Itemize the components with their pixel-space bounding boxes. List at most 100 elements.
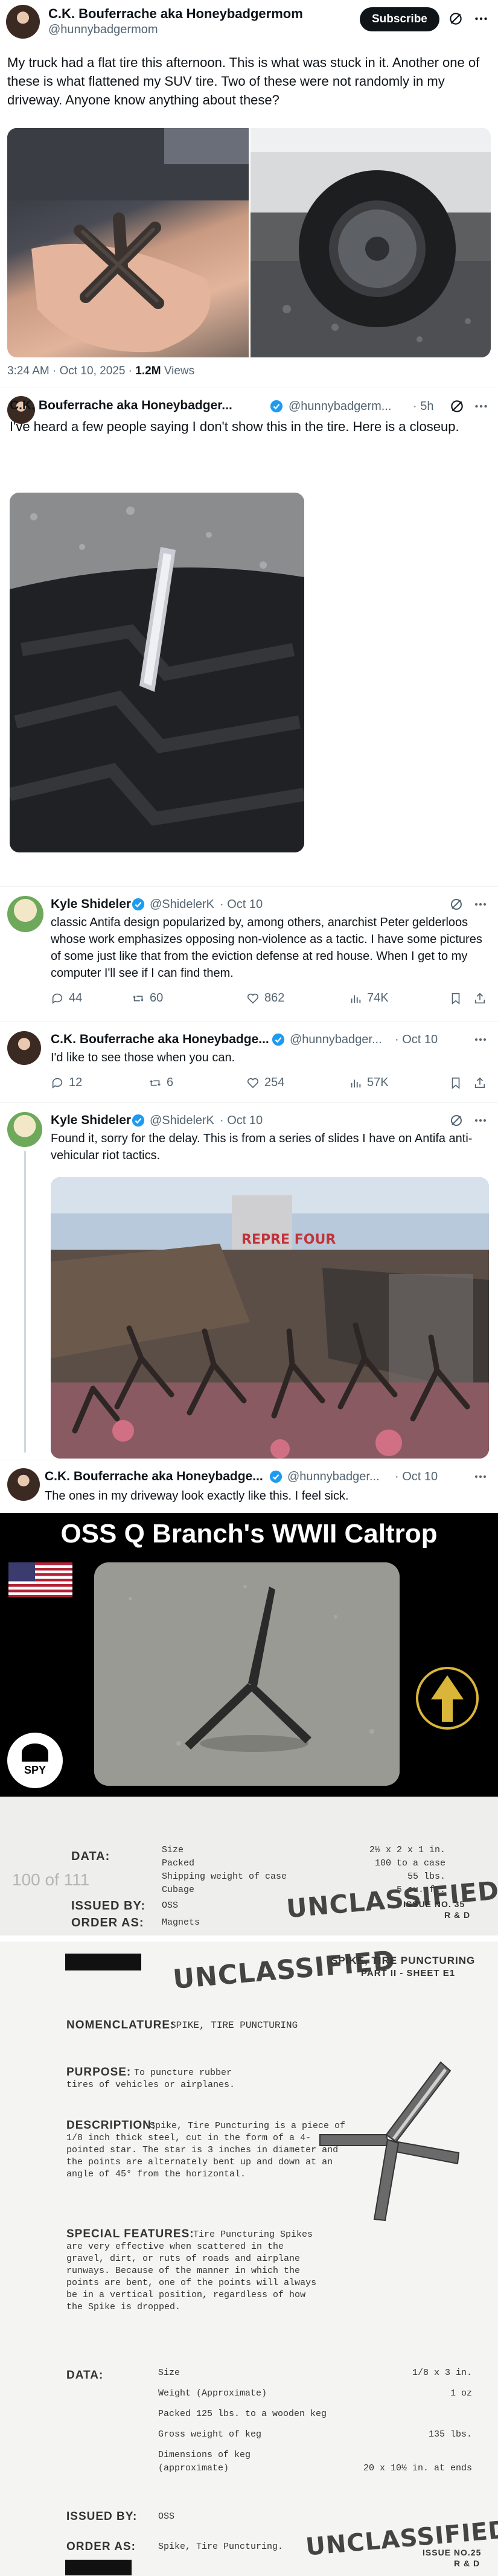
data-row: Size 1/8 x 3 in. xyxy=(158,2368,472,2378)
tweet-text: The ones in my driveway look exactly lik… xyxy=(45,1489,349,1503)
photo-tire-closeup[interactable] xyxy=(10,493,304,852)
author-name[interactable]: C.K. Bouferrache aka Honeybadge... xyxy=(45,1469,263,1484)
reply-count: 44 xyxy=(69,991,83,1005)
photo-suv-tire[interactable] xyxy=(251,128,491,357)
verified-icon xyxy=(132,898,145,912)
description-value: Spike, Tire Puncturing is a piece of 1/8… xyxy=(66,2121,346,2179)
nomenclature-value: SPIKE, TIRE PUNCTURING xyxy=(170,2020,298,2031)
grok-icon[interactable] xyxy=(449,1113,464,1131)
post-time[interactable]: · Oct 10 xyxy=(220,1114,263,1128)
post-time[interactable]: · Oct 10 xyxy=(395,1033,438,1047)
author-name[interactable]: C.K. Bouferrache aka Honeybadger... xyxy=(10,398,232,413)
data-row: Size 2½ x 2 x 1 in. xyxy=(162,1845,445,1855)
views-action[interactable]: 57K xyxy=(349,1076,389,1090)
special-features-value: Tire Puncturing Spikes are very effectiv… xyxy=(66,2229,317,2312)
share-icon[interactable] xyxy=(473,1076,487,1093)
author-name[interactable]: Kyle Shideler xyxy=(51,897,131,912)
more-icon[interactable] xyxy=(473,11,489,27)
avatar[interactable] xyxy=(7,1468,40,1501)
author-handle[interactable]: @hunnybadger... xyxy=(290,1033,382,1047)
author-handle[interactable]: @ShidelerK xyxy=(150,1114,214,1128)
post-time[interactable]: · Oct 10 xyxy=(395,1470,438,1484)
reply-tweet-ck-final: C.K. Bouferrache aka Honeybadge... @hunn… xyxy=(0,1465,498,1513)
tweet-text: classic Antifa design popularized by, am… xyxy=(51,916,482,980)
more-icon[interactable] xyxy=(473,1032,488,1050)
like-count: 862 xyxy=(264,991,285,1005)
bookmark-icon[interactable] xyxy=(449,992,462,1008)
data-row: Dimensions of keg (approximate) 20 x 10½ … xyxy=(158,2450,472,2473)
reply-count: 12 xyxy=(69,1076,83,1089)
tweet-timestamp[interactable]: 3:24 AM · Oct 10, 2025 · 1.2M Views xyxy=(7,365,194,378)
more-icon[interactable] xyxy=(473,1113,488,1131)
repost-action[interactable]: 60 xyxy=(132,991,163,1005)
avatar[interactable] xyxy=(7,896,43,932)
divider xyxy=(0,1102,498,1103)
data-row: Shipping weight of case 55 lbs. xyxy=(162,1871,445,1882)
share-icon[interactable] xyxy=(473,992,487,1008)
post-time[interactable]: · 5h xyxy=(413,400,433,414)
redaction-bar xyxy=(65,2560,132,2575)
post-time[interactable]: · Oct 10 xyxy=(220,898,263,912)
reply-action[interactable]: 44 xyxy=(51,991,82,1005)
us-flag-icon xyxy=(8,1562,72,1597)
caltrop-photo xyxy=(94,1562,400,1786)
data-row: Packed 125 lbs. to a wooden keg xyxy=(158,2409,327,2419)
divider xyxy=(0,886,498,887)
more-icon[interactable] xyxy=(473,897,488,915)
author-handle[interactable]: @hunnybadgermom xyxy=(48,23,158,37)
data-row: Weight (Approximate) 1 oz xyxy=(158,2388,472,2399)
timestamp-text[interactable]: 3:24 AM · Oct 10, 2025 · xyxy=(7,365,132,377)
oss-caltrop-banner[interactable]: OSS Q Branch's WWII Caltrop SPY xyxy=(0,1513,498,1797)
repost-count: 60 xyxy=(150,991,164,1005)
header-sub: PART II - SHEET E1 xyxy=(361,1968,456,1978)
grok-icon[interactable] xyxy=(449,398,465,417)
issue-sub: R & D xyxy=(454,2558,480,2568)
avatar[interactable] xyxy=(6,5,40,39)
order-label: ORDER AS: xyxy=(71,1916,144,1929)
data-label: DATA: xyxy=(71,1850,110,1863)
author-handle[interactable]: @hunnybadger... xyxy=(287,1470,380,1484)
views-action[interactable]: 74K xyxy=(349,991,389,1005)
repost-count: 6 xyxy=(167,1076,174,1089)
oss-insignia-icon xyxy=(415,1666,479,1730)
photo-caltrop-hand[interactable] xyxy=(7,128,249,357)
reply-action[interactable]: 12 xyxy=(51,1076,82,1090)
more-icon[interactable] xyxy=(473,398,489,417)
author-handle[interactable]: @ShidelerK xyxy=(150,898,214,912)
data-label: DATA: xyxy=(66,2369,104,2382)
oss-document-spike[interactable]: UNCLASSIFIED SPIKE, TIRE PUNCTURING PART… xyxy=(0,1942,498,2576)
author-handle[interactable]: @hunnybadgerm... xyxy=(289,400,391,414)
tweet-main: C.K. Bouferrache aka Honeybadgermom @hun… xyxy=(0,0,498,377)
graffiti-sign-text: REPRE FOUR xyxy=(241,1232,336,1247)
bookmark-icon[interactable] xyxy=(449,1076,462,1093)
author-name[interactable]: C.K. Bouferrache aka Honeybadge... xyxy=(51,1032,269,1047)
author-name[interactable]: Kyle Shideler xyxy=(51,1113,131,1128)
spike-drawing xyxy=(308,2044,472,2225)
author-name[interactable]: C.K. Bouferrache aka Honeybadgermom xyxy=(48,6,303,22)
issue-number: ISSUE NO. 35 xyxy=(403,1899,465,1909)
reply-tweet-kyle: Kyle Shideler @ShidelerK · Oct 10 classi… xyxy=(0,892,498,1026)
like-action[interactable]: 862 xyxy=(246,991,284,1005)
subscribe-button[interactable]: Subscribe xyxy=(360,7,439,31)
reply-tweet-kyle-photo: Kyle Shideler @ShidelerK · Oct 10 Found … xyxy=(0,1108,498,1459)
repost-action[interactable]: 6 xyxy=(148,1076,173,1090)
grok-icon[interactable] xyxy=(448,11,464,27)
issue-number: ISSUE NO.25 xyxy=(423,2548,482,2557)
redaction-bar xyxy=(65,1954,141,1970)
view-count: 57K xyxy=(367,1076,389,1089)
tweet-text: I'd like to see those when you can. xyxy=(51,1051,235,1064)
order-label: ORDER AS: xyxy=(66,2540,136,2553)
tweet-text: I've heard a few people saying I don't s… xyxy=(10,419,459,434)
grok-icon[interactable] xyxy=(449,897,464,915)
photo-riot-caltrops[interactable]: REPRE FOUR xyxy=(51,1177,489,1459)
reply-tweet-closeup: C.K. Bouferrache aka Honeybadger... @hun… xyxy=(0,392,498,887)
avatar[interactable] xyxy=(7,1031,41,1065)
avatar[interactable] xyxy=(7,1112,42,1147)
header-title: SPIKE, TIRE PUNCTURING xyxy=(331,1955,476,1966)
purpose-value: To puncture rubber tires of vehicles or … xyxy=(66,2068,235,2090)
oss-document-magnets[interactable]: DATA: Size 2½ x 2 x 1 in. Packed 100 to a … xyxy=(0,1797,498,1935)
views-label: Views xyxy=(164,365,195,377)
more-icon[interactable] xyxy=(473,1469,488,1487)
order-value: Spike, Tire Puncturing. xyxy=(158,2542,284,2552)
like-action[interactable]: 254 xyxy=(246,1076,284,1090)
